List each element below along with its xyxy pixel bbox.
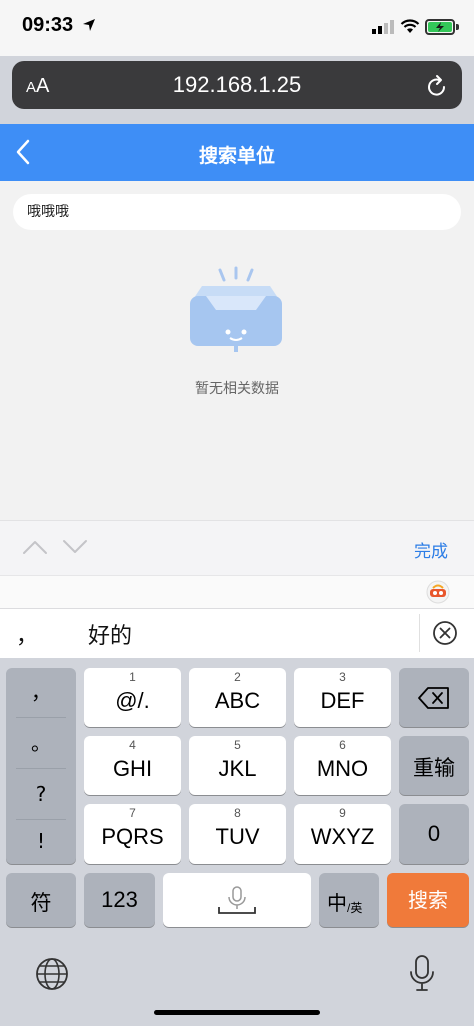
space-key[interactable]	[163, 873, 311, 927]
key-number: 3	[339, 670, 346, 684]
symbol-divider	[16, 717, 66, 718]
key-8[interactable]: 8 TUV	[189, 804, 286, 864]
symbol-key[interactable]: ，	[6, 668, 76, 717]
battery-cap	[456, 24, 459, 30]
language-switch-button[interactable]: 中 /英	[319, 873, 379, 927]
key-label: TUV	[215, 824, 260, 849]
key-2[interactable]: 2 ABC	[189, 668, 286, 727]
chevron-down-icon[interactable]	[62, 538, 88, 556]
key-number: 2	[234, 670, 241, 684]
page-title: 搜索单位	[198, 145, 275, 167]
key-label: JKL	[218, 756, 257, 781]
globe-icon[interactable]	[34, 956, 70, 992]
search-key-button[interactable]: 搜索	[387, 873, 469, 927]
key-number: 6	[339, 738, 346, 752]
keyboard-toolbar	[0, 575, 474, 609]
key-5[interactable]: 5 JKL	[189, 736, 286, 795]
language-sub-label: /英	[347, 901, 363, 915]
candidate-item[interactable]: 好的	[88, 618, 132, 650]
key-9[interactable]: 9 WXYZ	[294, 804, 391, 864]
empty-state-text: 暂无相关数据	[195, 381, 279, 397]
retype-label: 重输	[413, 757, 455, 780]
language-main-label: 中	[327, 893, 347, 915]
key-7[interactable]: 7 PQRS	[84, 804, 181, 864]
reload-icon[interactable]	[426, 74, 448, 98]
dictation-mic-icon[interactable]	[408, 954, 436, 994]
symbol-key[interactable]: 。	[6, 719, 76, 768]
voice-space-mic-icon	[218, 886, 256, 914]
backspace-icon	[418, 687, 449, 709]
number-mode-label: 123	[101, 887, 138, 912]
symbol-mode-button[interactable]: 符	[6, 873, 76, 927]
wifi-icon	[400, 19, 420, 33]
key-number: 1	[129, 670, 136, 684]
key-1[interactable]: 1 @/.	[84, 668, 181, 727]
candidate-bar	[0, 608, 474, 659]
key-6[interactable]: 6 MNO	[294, 736, 391, 795]
key-label: MNO	[316, 756, 369, 781]
status-time: 09:33	[22, 14, 74, 36]
symbol-key[interactable]: !	[6, 817, 76, 866]
key-number: 7	[129, 806, 136, 820]
key-number: 8	[234, 806, 241, 820]
keyboard-app-logo-icon[interactable]	[426, 580, 450, 604]
number-mode-button[interactable]: 123	[84, 873, 155, 927]
zero-label: 0	[427, 821, 441, 846]
key-label: ABC	[214, 688, 261, 713]
key-number: 5	[234, 738, 241, 752]
key-4[interactable]: 4 GHI	[84, 736, 181, 795]
location-arrow-icon	[83, 19, 95, 31]
symbol-divider	[16, 768, 66, 769]
battery-icon	[425, 19, 455, 35]
key-3[interactable]: 3 DEF	[294, 668, 391, 727]
key-number: 4	[129, 738, 136, 752]
close-candidates-icon[interactable]	[432, 620, 458, 646]
retype-button[interactable]: 重输	[399, 736, 469, 795]
backspace-button[interactable]	[399, 668, 469, 727]
symbol-mode-label: 符	[30, 892, 52, 915]
empty-box-icon	[190, 266, 282, 352]
zero-key[interactable]: 0	[399, 804, 469, 864]
url-text: 192.168.1.25	[172, 72, 302, 97]
key-label: GHI	[112, 756, 153, 781]
done-button[interactable]: 完成	[414, 537, 448, 562]
chevron-up-icon[interactable]	[22, 538, 48, 556]
key-label: @/.	[115, 688, 150, 713]
candidate-item[interactable]: ，	[16, 618, 38, 650]
search-input[interactable]: 哦哦哦	[13, 194, 461, 230]
candidate-divider	[419, 614, 420, 652]
key-number: 9	[339, 806, 346, 820]
symbol-key[interactable]: ?	[6, 770, 76, 819]
home-indicator[interactable]	[154, 1010, 320, 1015]
key-label: DEF	[320, 688, 365, 713]
key-label: WXYZ	[310, 824, 375, 849]
key-label: PQRS	[101, 824, 164, 849]
cellular-signal-icon	[372, 20, 394, 34]
